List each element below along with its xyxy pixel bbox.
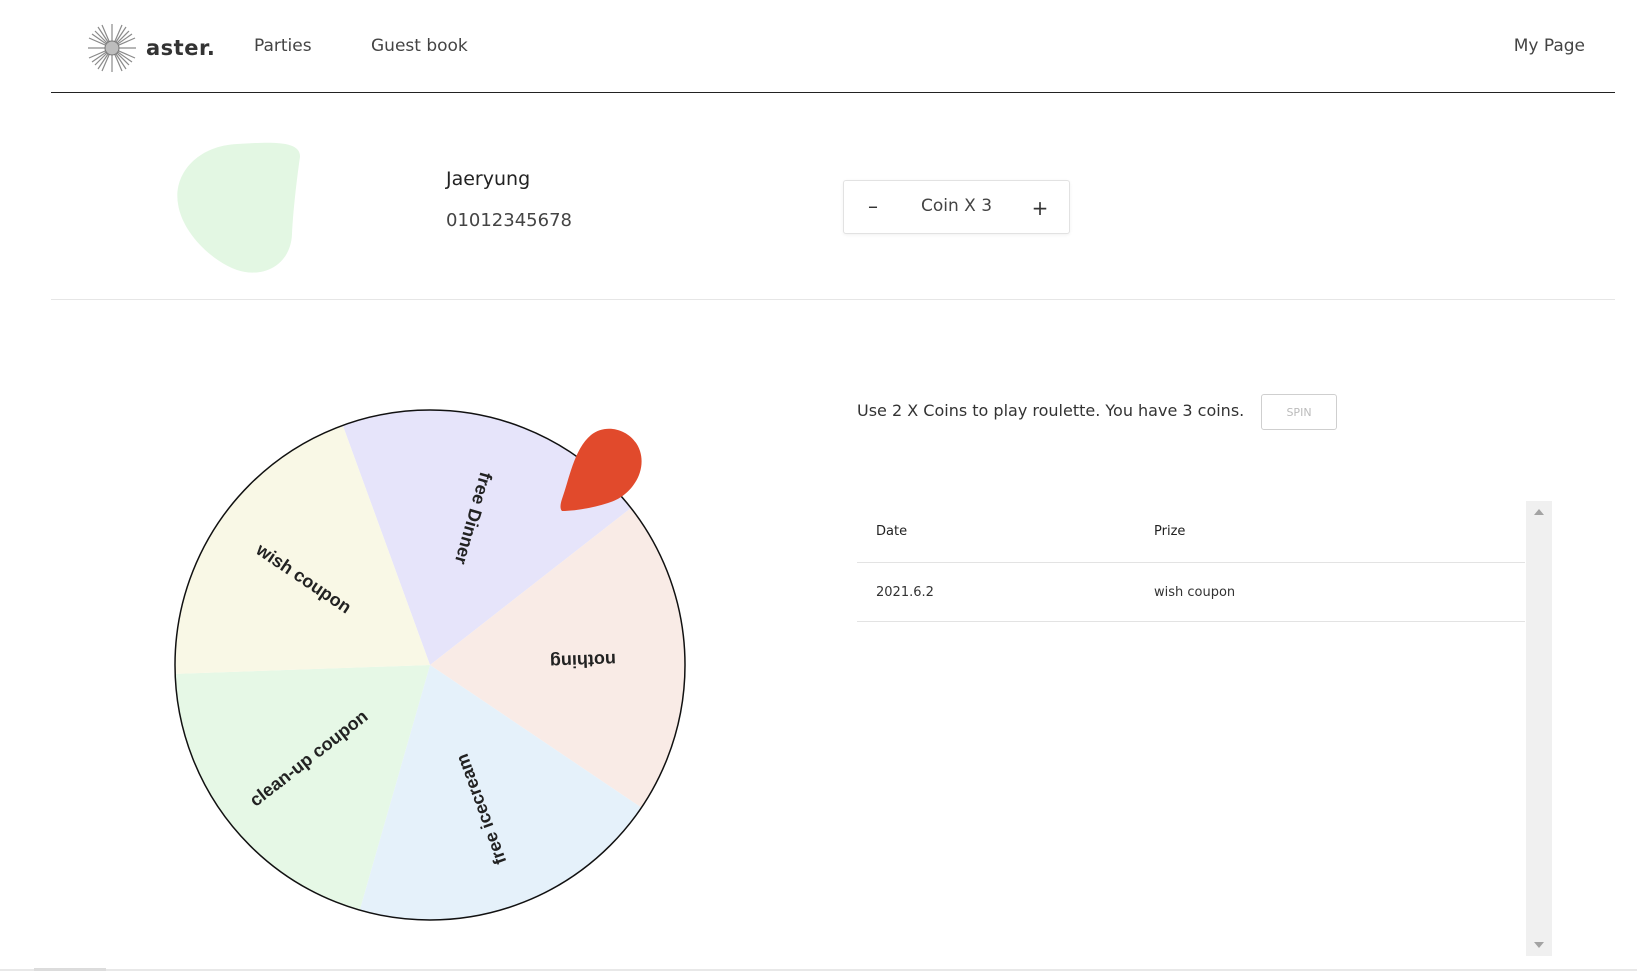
nav-link-my-page[interactable]: My Page <box>1514 36 1585 56</box>
roulette-instructions: Use 2 X Coins to play roulette. You have… <box>857 401 1245 420</box>
top-navbar: aster. Parties Guest book My Page <box>51 0 1615 93</box>
profile-avatar <box>177 142 301 273</box>
prize-history-table: Date Prize 2021.6.2 wish coupon <box>857 500 1525 622</box>
cell-date: 2021.6.2 <box>876 585 934 600</box>
bottom-tab-indicator <box>34 968 106 971</box>
wheel-segment-label: nothing <box>550 650 617 672</box>
header-prize: Prize <box>1154 524 1186 539</box>
table-row: 2021.6.2 wish coupon <box>857 563 1525 622</box>
scroll-up-arrow-icon[interactable] <box>1534 509 1544 515</box>
section-divider <box>51 299 1615 300</box>
bottom-rule <box>0 969 1637 971</box>
nav-link-parties[interactable]: Parties <box>254 36 312 56</box>
header-date: Date <box>876 524 908 539</box>
nav-link-guest-book[interactable]: Guest book <box>371 36 468 56</box>
table-scrollbar[interactable] <box>1526 501 1552 956</box>
roulette-pointer-icon <box>560 428 642 511</box>
profile-name: Jaeryung <box>446 168 531 190</box>
coin-stepper: – Coin X 3 + <box>843 180 1070 234</box>
profile-phone: 01012345678 <box>446 210 572 231</box>
brand-logo[interactable]: aster. <box>86 22 215 74</box>
coin-increment-button[interactable]: + <box>1029 193 1051 223</box>
aster-flower-icon <box>88 24 136 72</box>
roulette-wheel[interactable]: free Dinnernothingfree icecreamclean-up … <box>160 395 700 935</box>
table-header: Date Prize <box>857 500 1525 563</box>
cell-prize: wish coupon <box>1154 585 1236 600</box>
spin-button[interactable]: SPIN <box>1261 394 1337 430</box>
avatar-blob <box>177 142 301 273</box>
scroll-down-arrow-icon[interactable] <box>1534 942 1544 948</box>
brand-name: aster. <box>146 36 216 60</box>
